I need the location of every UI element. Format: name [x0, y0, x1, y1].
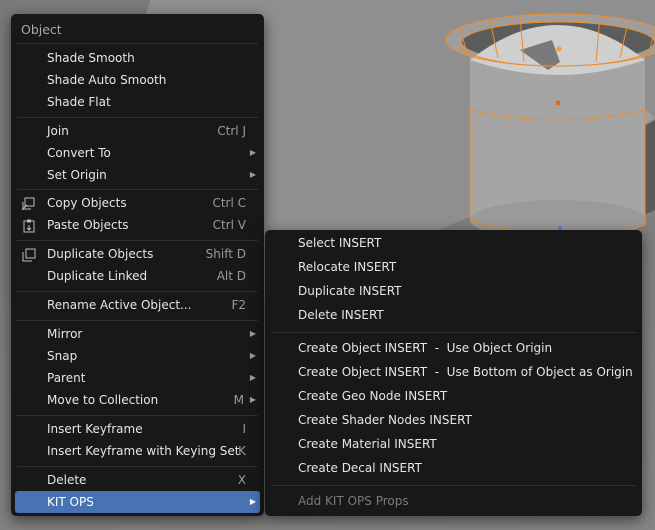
- create-geo-node-insert-item[interactable]: Create Geo Node INSERT: [269, 385, 638, 407]
- duplicate-linked-item[interactable]: Duplicate Linked Alt D: [15, 265, 260, 287]
- submenu-arrow-icon: ▶: [249, 329, 256, 338]
- submenu-arrow-icon: ▶: [249, 497, 256, 506]
- create-object-insert-origin-item[interactable]: Create Object INSERT - Use Object Origin: [269, 337, 638, 359]
- separator: [271, 332, 636, 333]
- item-label: Select INSERT: [298, 236, 382, 250]
- separator: [271, 485, 636, 486]
- item-label: Shade Smooth: [47, 51, 135, 65]
- relocate-insert-item[interactable]: Relocate INSERT: [269, 256, 638, 278]
- insert-keyframe-item[interactable]: Insert Keyframe I: [15, 418, 260, 440]
- select-insert-item[interactable]: Select INSERT: [269, 232, 638, 254]
- kit-ops-item[interactable]: KIT OPS ▶: [15, 491, 260, 513]
- item-label: Shade Auto Smooth: [47, 73, 167, 87]
- item-label: Duplicate Objects: [47, 247, 154, 261]
- object-context-menu: Object Shade Smooth Shade Auto Smooth Sh…: [11, 14, 264, 516]
- item-label: Mirror: [47, 327, 83, 341]
- separator: [17, 189, 258, 190]
- kit-ops-submenu: Select INSERT Relocate INSERT Duplicate …: [265, 230, 642, 516]
- create-material-insert-item[interactable]: Create Material INSERT: [269, 433, 638, 455]
- separator: [17, 466, 258, 467]
- submenu-arrow-icon: ▶: [249, 395, 256, 404]
- item-label: Move to Collection: [47, 393, 159, 407]
- item-label: Add KIT OPS Props: [298, 494, 409, 508]
- item-shortcut: K: [238, 444, 246, 458]
- delete-insert-item[interactable]: Delete INSERT: [269, 304, 638, 326]
- separator: [17, 291, 258, 292]
- separator: [17, 43, 258, 44]
- item-label: Create Object INSERT - Use Object Origin: [298, 341, 553, 355]
- item-label: Insert Keyframe with Keying Set: [47, 444, 240, 458]
- snap-item[interactable]: Snap ▶: [15, 345, 260, 367]
- item-label: Rename Active Object...: [47, 298, 192, 312]
- item-label: Parent: [47, 371, 86, 385]
- item-label: Create Decal INSERT: [298, 461, 422, 475]
- item-label: Shade Flat: [47, 95, 111, 109]
- add-kit-ops-props-item: Add KIT OPS Props: [269, 490, 638, 512]
- submenu-arrow-icon: ▶: [249, 148, 256, 157]
- create-shader-nodes-insert-item[interactable]: Create Shader Nodes INSERT: [269, 409, 638, 431]
- parent-item[interactable]: Parent ▶: [15, 367, 260, 389]
- item-label: Paste Objects: [47, 218, 129, 232]
- separator: [17, 415, 258, 416]
- set-origin-item[interactable]: Set Origin ▶: [15, 164, 260, 186]
- item-shortcut: X: [237, 473, 246, 487]
- rename-active-object-item[interactable]: Rename Active Object... F2: [15, 294, 260, 316]
- mirror-item[interactable]: Mirror ▶: [15, 323, 260, 345]
- paste-icon: [21, 218, 37, 233]
- item-label: Relocate INSERT: [298, 260, 397, 274]
- item-shortcut: M: [233, 393, 244, 407]
- item-shortcut: F2: [231, 298, 246, 312]
- shade-smooth-item[interactable]: Shade Smooth: [15, 47, 260, 69]
- duplicate-icon: [21, 247, 37, 262]
- item-shortcut: Ctrl V: [212, 218, 246, 232]
- item-shortcut: Alt D: [216, 269, 246, 283]
- item-label: KIT OPS: [47, 495, 94, 509]
- submenu-arrow-icon: ▶: [249, 351, 256, 360]
- item-label: Delete INSERT: [298, 308, 384, 322]
- item-label: Join: [47, 124, 69, 138]
- item-label: Create Material INSERT: [298, 437, 437, 451]
- create-decal-insert-item[interactable]: Create Decal INSERT: [269, 457, 638, 479]
- item-label: Snap: [47, 349, 78, 363]
- item-shortcut: Ctrl C: [212, 196, 246, 210]
- paste-objects-item[interactable]: Paste Objects Ctrl V: [15, 214, 260, 236]
- join-item[interactable]: Join Ctrl J: [15, 120, 260, 142]
- submenu-arrow-icon: ▶: [249, 170, 256, 179]
- shade-flat-item[interactable]: Shade Flat: [15, 91, 260, 113]
- item-shortcut: Shift D: [205, 247, 246, 261]
- item-label: Convert To: [47, 146, 111, 160]
- item-label: Insert Keyframe: [47, 422, 143, 436]
- item-shortcut: I: [242, 422, 246, 436]
- item-label: Set Origin: [47, 168, 107, 182]
- delete-item[interactable]: Delete X: [15, 469, 260, 491]
- menu-title: Object: [21, 22, 62, 37]
- item-label: Create Geo Node INSERT: [298, 389, 448, 403]
- convert-to-item[interactable]: Convert To ▶: [15, 142, 260, 164]
- item-label: Delete: [47, 473, 87, 487]
- insert-keyframe-keying-set-item[interactable]: Insert Keyframe with Keying Set K: [15, 440, 260, 462]
- duplicate-objects-item[interactable]: Duplicate Objects Shift D: [15, 243, 260, 265]
- separator: [17, 117, 258, 118]
- item-label: Create Object INSERT - Use Bottom of Obj…: [298, 365, 633, 379]
- copy-objects-item[interactable]: Copy Objects Ctrl C: [15, 192, 260, 214]
- item-label: Copy Objects: [47, 196, 127, 210]
- separator: [17, 240, 258, 241]
- move-to-collection-item[interactable]: Move to Collection M ▶: [15, 389, 260, 411]
- duplicate-insert-item[interactable]: Duplicate INSERT: [269, 280, 638, 302]
- item-label: Duplicate Linked: [47, 269, 148, 283]
- copy-icon: [21, 196, 37, 211]
- create-object-insert-bottom-item[interactable]: Create Object INSERT - Use Bottom of Obj…: [269, 361, 638, 383]
- item-label: Duplicate INSERT: [298, 284, 402, 298]
- shade-auto-smooth-item[interactable]: Shade Auto Smooth: [15, 69, 260, 91]
- separator: [17, 320, 258, 321]
- item-label: Create Shader Nodes INSERT: [298, 413, 472, 427]
- submenu-arrow-icon: ▶: [249, 373, 256, 382]
- item-shortcut: Ctrl J: [217, 124, 246, 138]
